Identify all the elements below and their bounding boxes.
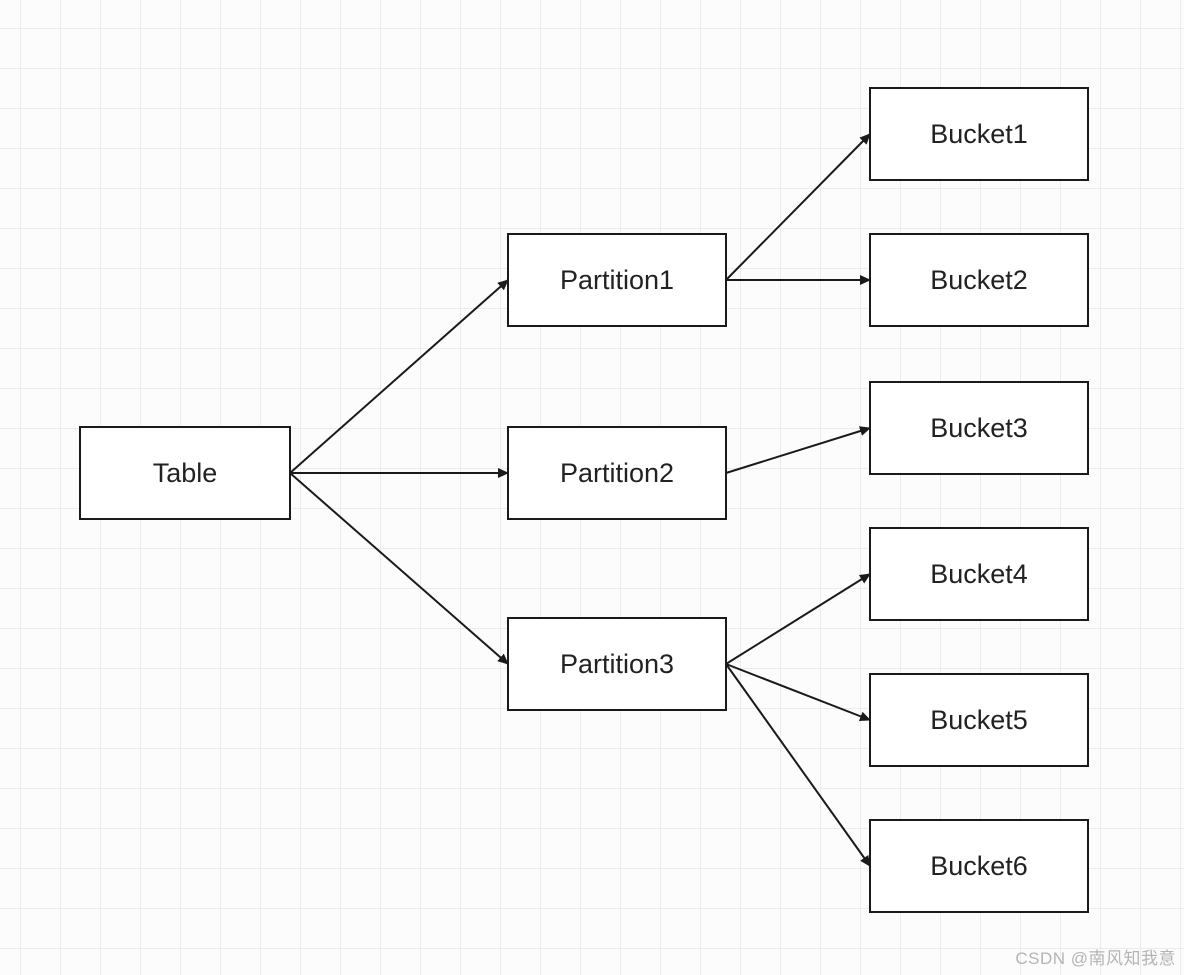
node-label-bucket6: Bucket6 [930, 851, 1028, 881]
edge-partition3-bucket6 [726, 664, 870, 866]
node-label-bucket1: Bucket1 [930, 119, 1028, 149]
node-label-table: Table [153, 458, 218, 488]
edge-partition3-bucket4 [726, 574, 870, 664]
diagram-canvas: Table Partition1 Partition2 Partition3 Bucke… [0, 0, 1184, 975]
node-label-bucket2: Bucket2 [930, 265, 1028, 295]
edge-partition1-bucket1 [726, 134, 870, 280]
node-bucket6: Bucket6 [870, 820, 1088, 912]
watermark: CSDN @南风知我意 [1015, 944, 1176, 969]
node-label-partition2: Partition2 [560, 458, 674, 488]
edge-partition2-bucket3 [726, 428, 870, 473]
node-bucket2: Bucket2 [870, 234, 1088, 326]
node-bucket1: Bucket1 [870, 88, 1088, 180]
node-label-bucket3: Bucket3 [930, 413, 1028, 443]
node-bucket3: Bucket3 [870, 382, 1088, 474]
node-partition3: Partition3 [508, 618, 726, 710]
edge-table-partition1 [290, 280, 508, 473]
node-partition1: Partition1 [508, 234, 726, 326]
edge-partition3-bucket5 [726, 664, 870, 720]
nodes-layer: Table Partition1 Partition2 Partition3 Bucke… [80, 88, 1088, 912]
node-partition2: Partition2 [508, 427, 726, 519]
node-table: Table [80, 427, 290, 519]
node-bucket5: Bucket5 [870, 674, 1088, 766]
node-label-partition1: Partition1 [560, 265, 674, 295]
node-label-bucket5: Bucket5 [930, 705, 1028, 735]
node-label-partition3: Partition3 [560, 649, 674, 679]
edge-table-partition3 [290, 473, 508, 664]
node-label-bucket4: Bucket4 [930, 559, 1028, 589]
node-bucket4: Bucket4 [870, 528, 1088, 620]
